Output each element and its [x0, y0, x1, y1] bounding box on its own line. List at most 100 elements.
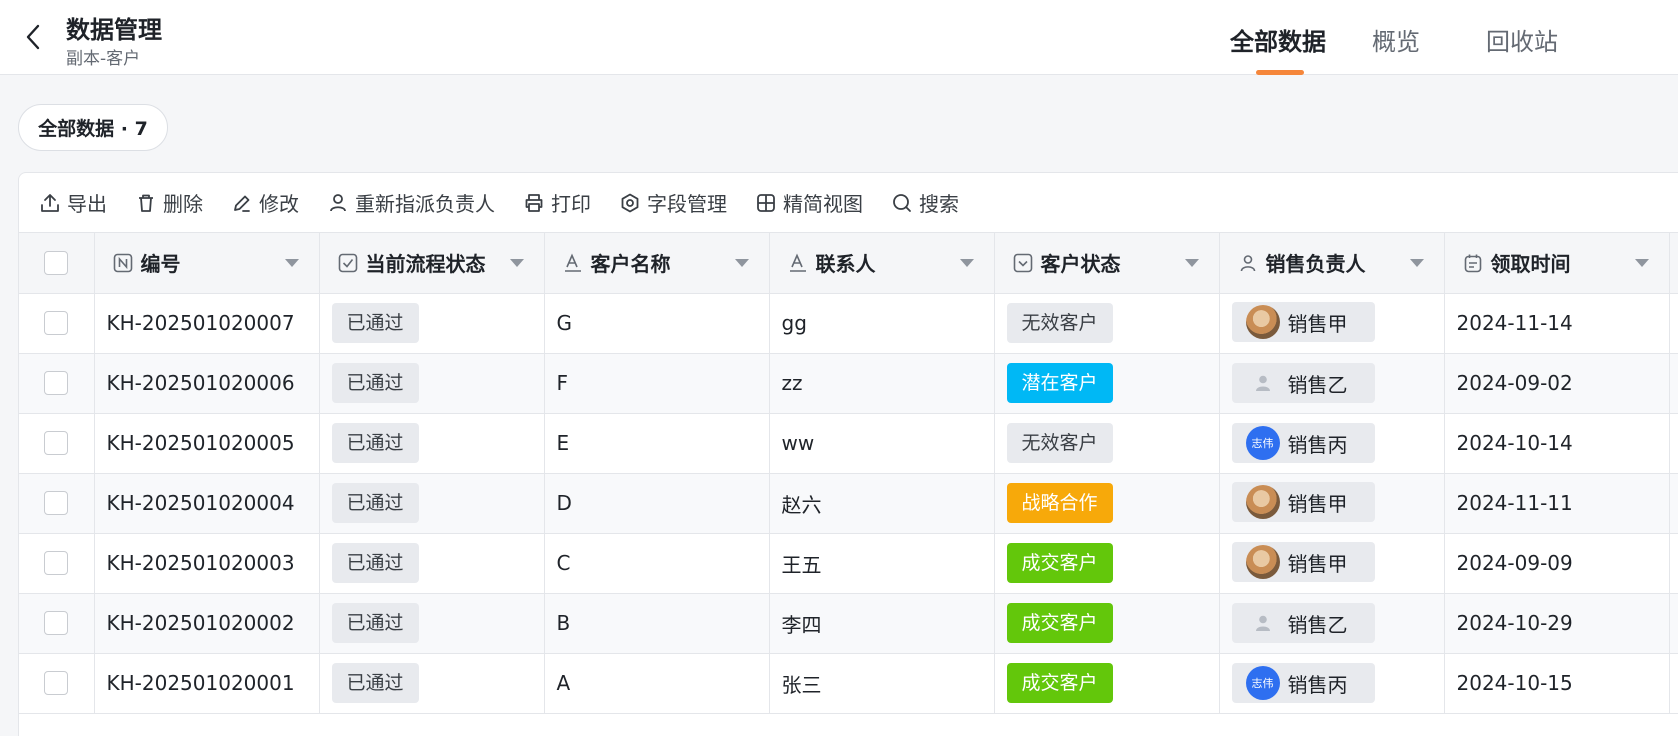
page-subtitle: 副本-客户	[66, 49, 141, 69]
cell-more	[1669, 353, 1678, 414]
row-checkbox[interactable]	[44, 371, 69, 395]
column-header-sales-owner[interactable]: 销售负责人	[1219, 233, 1445, 294]
data-table: 编号 当前流程状态 客户名称 联系人 客户状态 销售负责人 领取时间 KH-20…	[19, 233, 1678, 714]
table-row[interactable]: KH-202501020007 已通过 Ggg 无效客户 销售甲 2024-11-14	[19, 293, 1678, 354]
column-header-claim-time[interactable]: 领取时间	[1444, 233, 1670, 294]
pencil-icon	[234, 195, 250, 212]
cell-more	[1669, 593, 1678, 654]
table-body: KH-202501020007 已通过 Ggg 无效客户 销售甲 2024-11-14 KH…	[19, 293, 1678, 714]
table-row[interactable]: KH-202501020002 已通过 B 李四 成交客户 销售乙 2024-10-29	[19, 593, 1678, 654]
tab-overview[interactable]: 概览	[1372, 0, 1426, 75]
cell-claim-time: 2024-09-09	[1444, 533, 1670, 594]
column-menu-icon[interactable]	[509, 259, 524, 267]
column-header-flow-status[interactable]: 当前流程状态	[319, 233, 545, 294]
row-checkbox[interactable]	[44, 551, 69, 575]
page-title: 数据管理	[66, 16, 162, 44]
search-button[interactable]: 搜索	[891, 188, 959, 217]
flow-status-tag: 已通过	[331, 603, 419, 643]
edit-button[interactable]: 修改	[231, 188, 299, 217]
owner-chip[interactable]: 销售乙	[1231, 603, 1375, 643]
avatar: 志伟	[1245, 666, 1280, 700]
table-row[interactable]: KH-202501020005 已通过 Eww 无效客户 志伟 销售丙 2024-10-14	[19, 413, 1678, 474]
cell-contact: 王五	[769, 533, 995, 594]
row-select-cell	[19, 293, 95, 354]
back-arrow-icon[interactable]	[20, 22, 46, 52]
toolbar: 导出 删除 修改 重新指派负责人 打印 字段管理 精简视图 搜索	[19, 173, 1678, 233]
customer-status-tag: 战略合作	[1006, 483, 1113, 523]
number-field-icon	[113, 253, 132, 273]
column-menu-icon[interactable]	[959, 259, 974, 267]
export-button[interactable]: 导出	[39, 188, 107, 217]
checkbox-field-icon	[338, 253, 357, 273]
column-header-contact[interactable]: 联系人	[769, 233, 995, 294]
owner-name: 销售丙	[1287, 672, 1348, 697]
default-avatar-icon	[1246, 366, 1280, 400]
table-row[interactable]: KH-202501020006 已通过 Fzz 潜在客户 销售乙 2024-09-02	[19, 353, 1678, 414]
cell-customer-name: D	[544, 473, 770, 534]
cell-customer-status: 无效客户	[994, 413, 1220, 474]
customer-status-tag: 潜在客户	[1006, 363, 1113, 403]
column-header-customer-status[interactable]: 客户状态	[994, 233, 1220, 294]
view-filter-pill[interactable]: 全部数据 · 7	[18, 104, 168, 151]
search-icon	[893, 193, 911, 212]
cell-more	[1669, 413, 1678, 474]
table-row[interactable]: KH-202501020004 已通过 D 赵六 战略合作 销售甲 2024-11-11	[19, 473, 1678, 534]
print-button[interactable]: 打印	[523, 188, 591, 217]
user-icon	[330, 193, 346, 211]
reassign-owner-button[interactable]: 重新指派负责人	[327, 188, 495, 217]
table-row[interactable]: KH-202501020003 已通过 C 王五 成交客户 销售甲 2024-09-09	[19, 533, 1678, 594]
default-avatar-icon	[1246, 606, 1280, 640]
column-menu-icon[interactable]	[1634, 259, 1649, 267]
owner-chip[interactable]: 销售甲	[1231, 482, 1375, 522]
customer-status-tag: 成交客户	[1006, 663, 1113, 703]
person-field-icon	[1240, 254, 1255, 271]
row-checkbox[interactable]	[44, 311, 69, 335]
tab-recycle-bin[interactable]: 回收站	[1486, 0, 1566, 75]
owner-name: 销售乙	[1287, 372, 1348, 397]
delete-button[interactable]: 删除	[135, 188, 203, 217]
compact-view-button[interactable]: 精简视图	[755, 188, 863, 217]
cell-sales-owner: 销售甲	[1219, 293, 1445, 354]
customer-status-tag: 成交客户	[1006, 543, 1113, 583]
calendar-field-icon	[1464, 254, 1481, 273]
row-select-cell	[19, 473, 95, 534]
row-checkbox[interactable]	[44, 431, 69, 455]
cell-flow-status: 已通过	[319, 473, 545, 534]
cell-claim-time: 2024-10-14	[1444, 413, 1670, 474]
field-management-button[interactable]: 字段管理	[619, 188, 727, 217]
select-field-icon	[1013, 253, 1032, 273]
column-menu-icon[interactable]	[284, 259, 299, 267]
row-checkbox[interactable]	[44, 491, 69, 515]
cell-sales-owner: 志伟 销售丙	[1219, 653, 1445, 714]
printer-icon	[525, 193, 543, 212]
owner-chip[interactable]: 销售乙	[1231, 363, 1375, 403]
owner-name: 销售甲	[1287, 311, 1348, 336]
column-menu-icon[interactable]	[734, 259, 749, 267]
text-field-icon	[789, 253, 806, 272]
top-bar: 数据管理 副本-客户 全部数据 概览 回收站	[0, 0, 1678, 75]
row-checkbox[interactable]	[44, 671, 69, 695]
column-header-id[interactable]: 编号	[94, 233, 320, 294]
cell-claim-time: 2024-10-15	[1444, 653, 1670, 714]
column-menu-icon[interactable]	[1409, 259, 1424, 267]
column-header-customer-name[interactable]: 客户名称	[544, 233, 770, 294]
owner-name: 销售甲	[1287, 491, 1348, 516]
avatar: 志伟	[1245, 426, 1280, 460]
owner-chip[interactable]: 销售甲	[1231, 542, 1375, 582]
cell-more	[1669, 293, 1678, 354]
grid-icon	[757, 193, 775, 212]
cell-id: KH-202501020007	[94, 293, 320, 354]
owner-chip[interactable]: 志伟 销售丙	[1231, 423, 1375, 463]
cell-customer-name: E	[544, 413, 770, 474]
cell-contact: 赵六	[769, 473, 995, 534]
select-all-checkbox[interactable]	[44, 250, 69, 275]
owner-chip[interactable]: 销售甲	[1231, 302, 1375, 342]
row-checkbox[interactable]	[44, 611, 69, 635]
cell-sales-owner: 志伟 销售丙	[1219, 413, 1445, 474]
cell-id: KH-202501020004	[94, 473, 320, 534]
cell-sales-owner: 销售乙	[1219, 353, 1445, 414]
column-menu-icon[interactable]	[1184, 259, 1199, 267]
table-row[interactable]: KH-202501020001 已通过 A 张三 成交客户 志伟 销售丙 2024-10-15	[19, 653, 1678, 714]
tab-all-data[interactable]: 全部数据	[1230, 0, 1330, 75]
owner-chip[interactable]: 志伟 销售丙	[1231, 663, 1375, 703]
